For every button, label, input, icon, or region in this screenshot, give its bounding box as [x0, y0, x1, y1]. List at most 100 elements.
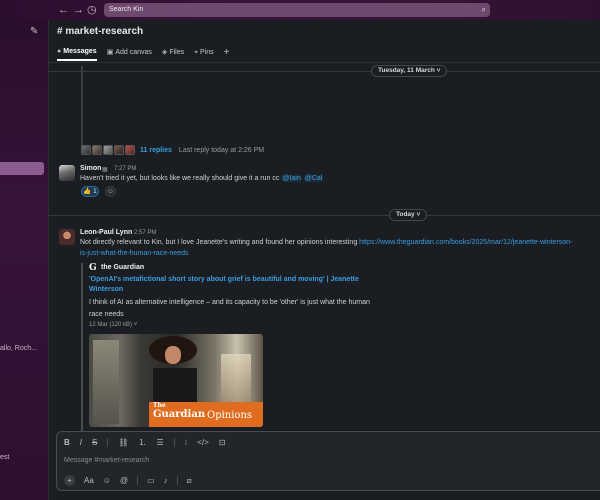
avatar-leon-paul-lynn[interactable]: [59, 229, 75, 245]
header-divider: [49, 62, 600, 63]
calendar-icon: ▦: [102, 167, 108, 173]
plus-icon[interactable]: +: [64, 475, 75, 486]
toolbar-separator: [137, 476, 139, 485]
message-body: Haven't tried it yet, but looks like we …: [80, 175, 282, 182]
bulleted-list-icon[interactable]: ☰: [157, 438, 164, 447]
thread-line: [81, 66, 83, 154]
tab-label: Add canvas: [115, 48, 152, 56]
reaction-count: 1: [93, 188, 97, 195]
microphone-icon[interactable]: ♪: [164, 476, 168, 485]
toolbar-separator: [176, 476, 178, 485]
unfurl-meta-text: 12 Mar (120 kB): [89, 322, 133, 328]
code-block-icon[interactable]: ⊡: [219, 438, 226, 447]
ordered-list-icon[interactable]: ⒈: [139, 437, 147, 448]
message-input[interactable]: Message #market-research: [64, 457, 149, 464]
compose-icon[interactable]: ✎: [30, 26, 38, 37]
date-divider-line: [49, 215, 600, 216]
unfurl-source: the Guardian: [101, 264, 145, 271]
message-text: Haven't tried it yet, but looks like we …: [80, 175, 324, 182]
tab-add-canvas[interactable]: ▣ Add canvas: [107, 47, 152, 61]
avatar: [81, 145, 91, 155]
image-face: [165, 346, 181, 364]
tab-label: Pins: [200, 48, 214, 56]
mention-cal[interactable]: @Cal: [303, 175, 324, 182]
channel-view: # market-research ● Messages ▣ Add canva…: [48, 20, 600, 500]
guardian-logo-icon: G: [89, 263, 97, 273]
tab-files[interactable]: ◈ Files: [162, 47, 184, 61]
back-arrow-icon[interactable]: ←: [58, 3, 69, 17]
channel-title[interactable]: # market-research: [57, 26, 143, 37]
text-format-icon[interactable]: Aa: [84, 476, 94, 485]
avatar: [125, 145, 135, 155]
unfurl-border: [81, 263, 83, 439]
canvas-icon: ▣: [106, 48, 114, 56]
emoji-icon[interactable]: ☺: [103, 476, 111, 485]
tab-pins[interactable]: ⌖ Pins: [194, 47, 214, 61]
composer-actions: + Aa ☺ @ ▭ ♪ ⧄: [64, 475, 192, 486]
slash-command-icon[interactable]: ⧄: [187, 476, 192, 486]
avatar: [92, 145, 102, 155]
forward-arrow-icon[interactable]: →: [73, 3, 84, 17]
add-reaction-button[interactable]: ☺: [105, 186, 116, 197]
date-divider-today[interactable]: Today ˅: [389, 209, 428, 221]
thread-replies[interactable]: 11 replies Last reply today at 2:26 PM: [81, 145, 264, 155]
unfurl-meta: 12 Mar (120 kB) ˅: [89, 322, 137, 328]
video-icon[interactable]: ▭: [147, 476, 155, 485]
brand-large: Guardian: [153, 409, 206, 420]
sidebar: ✎ allo, Roch... est: [0, 20, 48, 500]
message-text: Not directly relevant to Kin, but I love…: [80, 239, 572, 246]
code-icon[interactable]: </>: [197, 438, 209, 447]
tab-label: Messages: [63, 47, 97, 55]
search-input[interactable]: Search Kin ⌕: [104, 3, 490, 17]
message-body: Not directly relevant to Kin, but I love…: [80, 239, 360, 246]
add-tab-button[interactable]: +: [224, 47, 230, 61]
bold-icon[interactable]: B: [64, 438, 70, 447]
image-door: [93, 340, 119, 424]
add-reaction-icon: ☺: [107, 188, 114, 195]
history-clock-icon[interactable]: ◷: [87, 3, 97, 17]
mention-icon[interactable]: @: [120, 476, 128, 485]
sidebar-item-label[interactable]: allo, Roch...: [0, 345, 37, 352]
sidebar-active-item[interactable]: [0, 162, 44, 175]
tab-label: Files: [169, 48, 185, 56]
plus-icon: +: [223, 46, 230, 58]
search-icon[interactable]: ⌕: [482, 3, 486, 17]
article-link-continued[interactable]: is-just-what-the-human-race-needs: [80, 250, 189, 257]
article-link[interactable]: https://www.theguardian.com/books/2025/m…: [359, 239, 572, 246]
toolbar-separator: [107, 438, 109, 447]
reply-count[interactable]: 11 replies: [140, 147, 172, 154]
reaction-thumbs-up[interactable]: 👍 1: [81, 186, 99, 197]
article-image[interactable]: The Guardian Opinions: [89, 334, 263, 427]
guardian-opinions-banner: The Guardian Opinions: [149, 402, 263, 427]
layers-icon: ◈: [161, 48, 168, 56]
italic-icon[interactable]: I: [80, 438, 82, 447]
message-author[interactable]: Simon: [80, 165, 101, 172]
chevron-down-icon[interactable]: ˅: [134, 322, 138, 328]
strikethrough-icon[interactable]: S: [92, 438, 97, 447]
tab-messages[interactable]: ● Messages: [57, 47, 97, 61]
avatar-simon[interactable]: [59, 165, 75, 181]
pin-icon: ⌖: [194, 48, 199, 56]
link-icon[interactable]: ⛓: [118, 438, 128, 447]
avatar: [103, 145, 113, 155]
message-composer[interactable]: B I S ⛓ ⒈ ☰ ⁝ </> ⊡ Message #market-rese…: [56, 431, 600, 491]
chevron-down-icon: ˅: [416, 211, 421, 218]
message-time[interactable]: 2:57 PM: [134, 230, 156, 236]
toolbar-separator: [173, 438, 175, 447]
chevron-down-icon: ˅: [436, 67, 441, 74]
unfurl-title[interactable]: 'OpenAI's metafictional short story abou…: [89, 275, 374, 295]
search-placeholder: Search Kin: [109, 6, 144, 13]
message-bubble-icon: ●: [57, 47, 62, 55]
message-author[interactable]: Leon-Paul Lynn: [80, 229, 132, 236]
avatar: [114, 145, 124, 155]
message-time[interactable]: 7:27 PM: [114, 166, 136, 172]
sidebar-item-label[interactable]: est: [0, 454, 9, 461]
mention-iain[interactable]: @Iain: [281, 175, 302, 182]
quote-icon[interactable]: ⁝: [185, 438, 188, 447]
brand-suffix: Opinions: [207, 410, 253, 421]
unfurl-description: I think of AI as alternative intelligenc…: [89, 299, 370, 318]
date-divider-tuesday[interactable]: Tuesday, 11 March ˅: [371, 65, 448, 77]
top-bar: ← → ◷ Search Kin ⌕: [0, 0, 600, 20]
last-reply-time: Last reply today at 2:26 PM: [178, 146, 265, 154]
thumbs-up-emoji: 👍: [83, 188, 92, 195]
